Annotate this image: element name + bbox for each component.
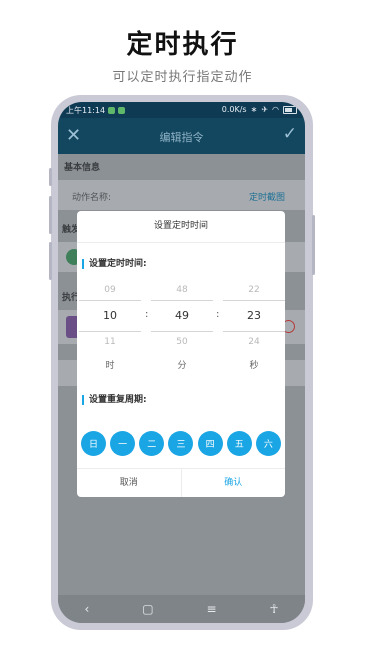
check-icon[interactable]: ✓ [283,124,297,144]
promo-title: 定时执行 [126,30,239,60]
dialog-title: 设置定时时间 [77,211,285,243]
set-time-dialog: 设置定时时间 设置定时时间: 09 10 11 : 48 49 50 : 22 … [77,211,285,497]
airplane-icon: ✈ [261,105,269,114]
app-toolbar: ✕ 编辑指令 ✓ [58,118,305,154]
weekday-mon[interactable]: 一 [110,431,136,456]
minute-next: 50 [176,337,188,347]
toolbar-title: 编辑指令 [159,131,204,144]
phone-power-button [312,215,315,275]
hour-prev: 09 [104,285,116,295]
time-section-label: 设置定时时间: [82,259,147,269]
hour-picker[interactable]: 09 10 11 [79,283,141,349]
promo-subtitle: 可以定时执行指定动作 [112,70,253,85]
minute-current: 49 [151,300,213,332]
hour-next: 11 [104,337,116,347]
minute-picker[interactable]: 48 49 50 [151,283,213,349]
repeat-section-label: 设置重复周期: [82,395,147,405]
home-icon[interactable]: ▢ [142,602,153,616]
weekday-sun[interactable]: 日 [81,431,106,456]
confirm-button[interactable]: 确认 [182,469,286,497]
minute-unit: 分 [177,361,187,371]
action-name-value: 定时截图 [248,193,285,203]
battery-icon [283,105,297,114]
notification-app-icon [108,107,116,114]
time-separator: : [216,309,220,320]
basic-info-heading: 基本信息 [64,163,101,173]
hour-unit: 时 [105,361,115,371]
status-time: 上午11:14 [66,106,106,115]
hour-current: 10 [79,300,141,332]
status-bar: 上午11:14 0.0K/s ∗ ✈ ◠ [58,102,305,118]
weekday-tue[interactable]: 二 [139,431,165,456]
time-separator: : [145,309,149,320]
notification-app-icon [118,107,126,114]
action-name-row[interactable]: 动作名称: 定时截图 [58,180,305,210]
menu-icon[interactable]: ≡ [207,602,217,616]
cancel-button[interactable]: 取消 [77,469,182,497]
system-nav-bar: ‹ ▢ ≡ ☥ [58,595,305,623]
second-prev: 22 [248,285,260,295]
bluetooth-icon: ∗ [250,105,258,114]
second-unit: 秒 [249,361,259,371]
phone-side-button [49,168,52,186]
weekday-fri[interactable]: 五 [226,431,252,456]
second-picker[interactable]: 22 23 24 [223,283,285,349]
dialog-footer: 取消 确认 [77,468,285,497]
action-name-label: 动作名称: [72,193,112,203]
phone-side-button [49,242,52,280]
second-next: 24 [248,337,260,347]
second-current: 23 [223,300,285,332]
wifi-icon: ◠ [272,105,279,114]
weekday-wed[interactable]: 三 [168,431,194,456]
network-speed: 0.0K/s [221,105,247,114]
accessibility-icon[interactable]: ☥ [270,602,279,616]
back-icon[interactable]: ‹ [84,602,89,616]
weekday-sat[interactable]: 六 [255,431,281,456]
phone-side-button [49,196,52,234]
weekday-selector: 日 一 二 三 四 五 六 [81,431,281,456]
minute-prev: 48 [176,285,188,295]
weekday-thu[interactable]: 四 [197,431,223,456]
